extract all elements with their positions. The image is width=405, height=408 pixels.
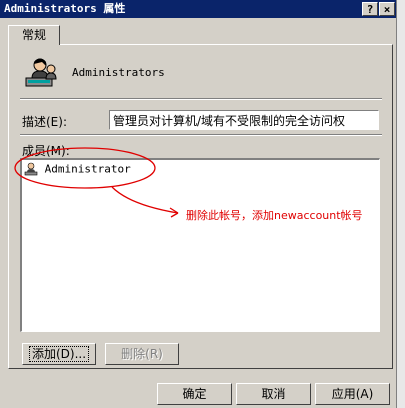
tab-general[interactable]: 常规 xyxy=(8,25,60,45)
remove-button[interactable]: 删除(R) xyxy=(105,343,179,365)
annotation-text: 删除此帐号，添加newaccount帐号 xyxy=(186,209,363,222)
add-button[interactable]: 添加(D)... xyxy=(22,343,96,365)
add-button-label: 添加(D)... xyxy=(28,346,90,362)
annotation-arrow xyxy=(111,186,179,214)
ok-button[interactable]: 确定 xyxy=(157,383,232,405)
cancel-button[interactable]: 取消 xyxy=(236,383,311,405)
apply-button[interactable]: 应用(A) xyxy=(315,383,390,405)
highlight-ellipse xyxy=(14,147,156,189)
